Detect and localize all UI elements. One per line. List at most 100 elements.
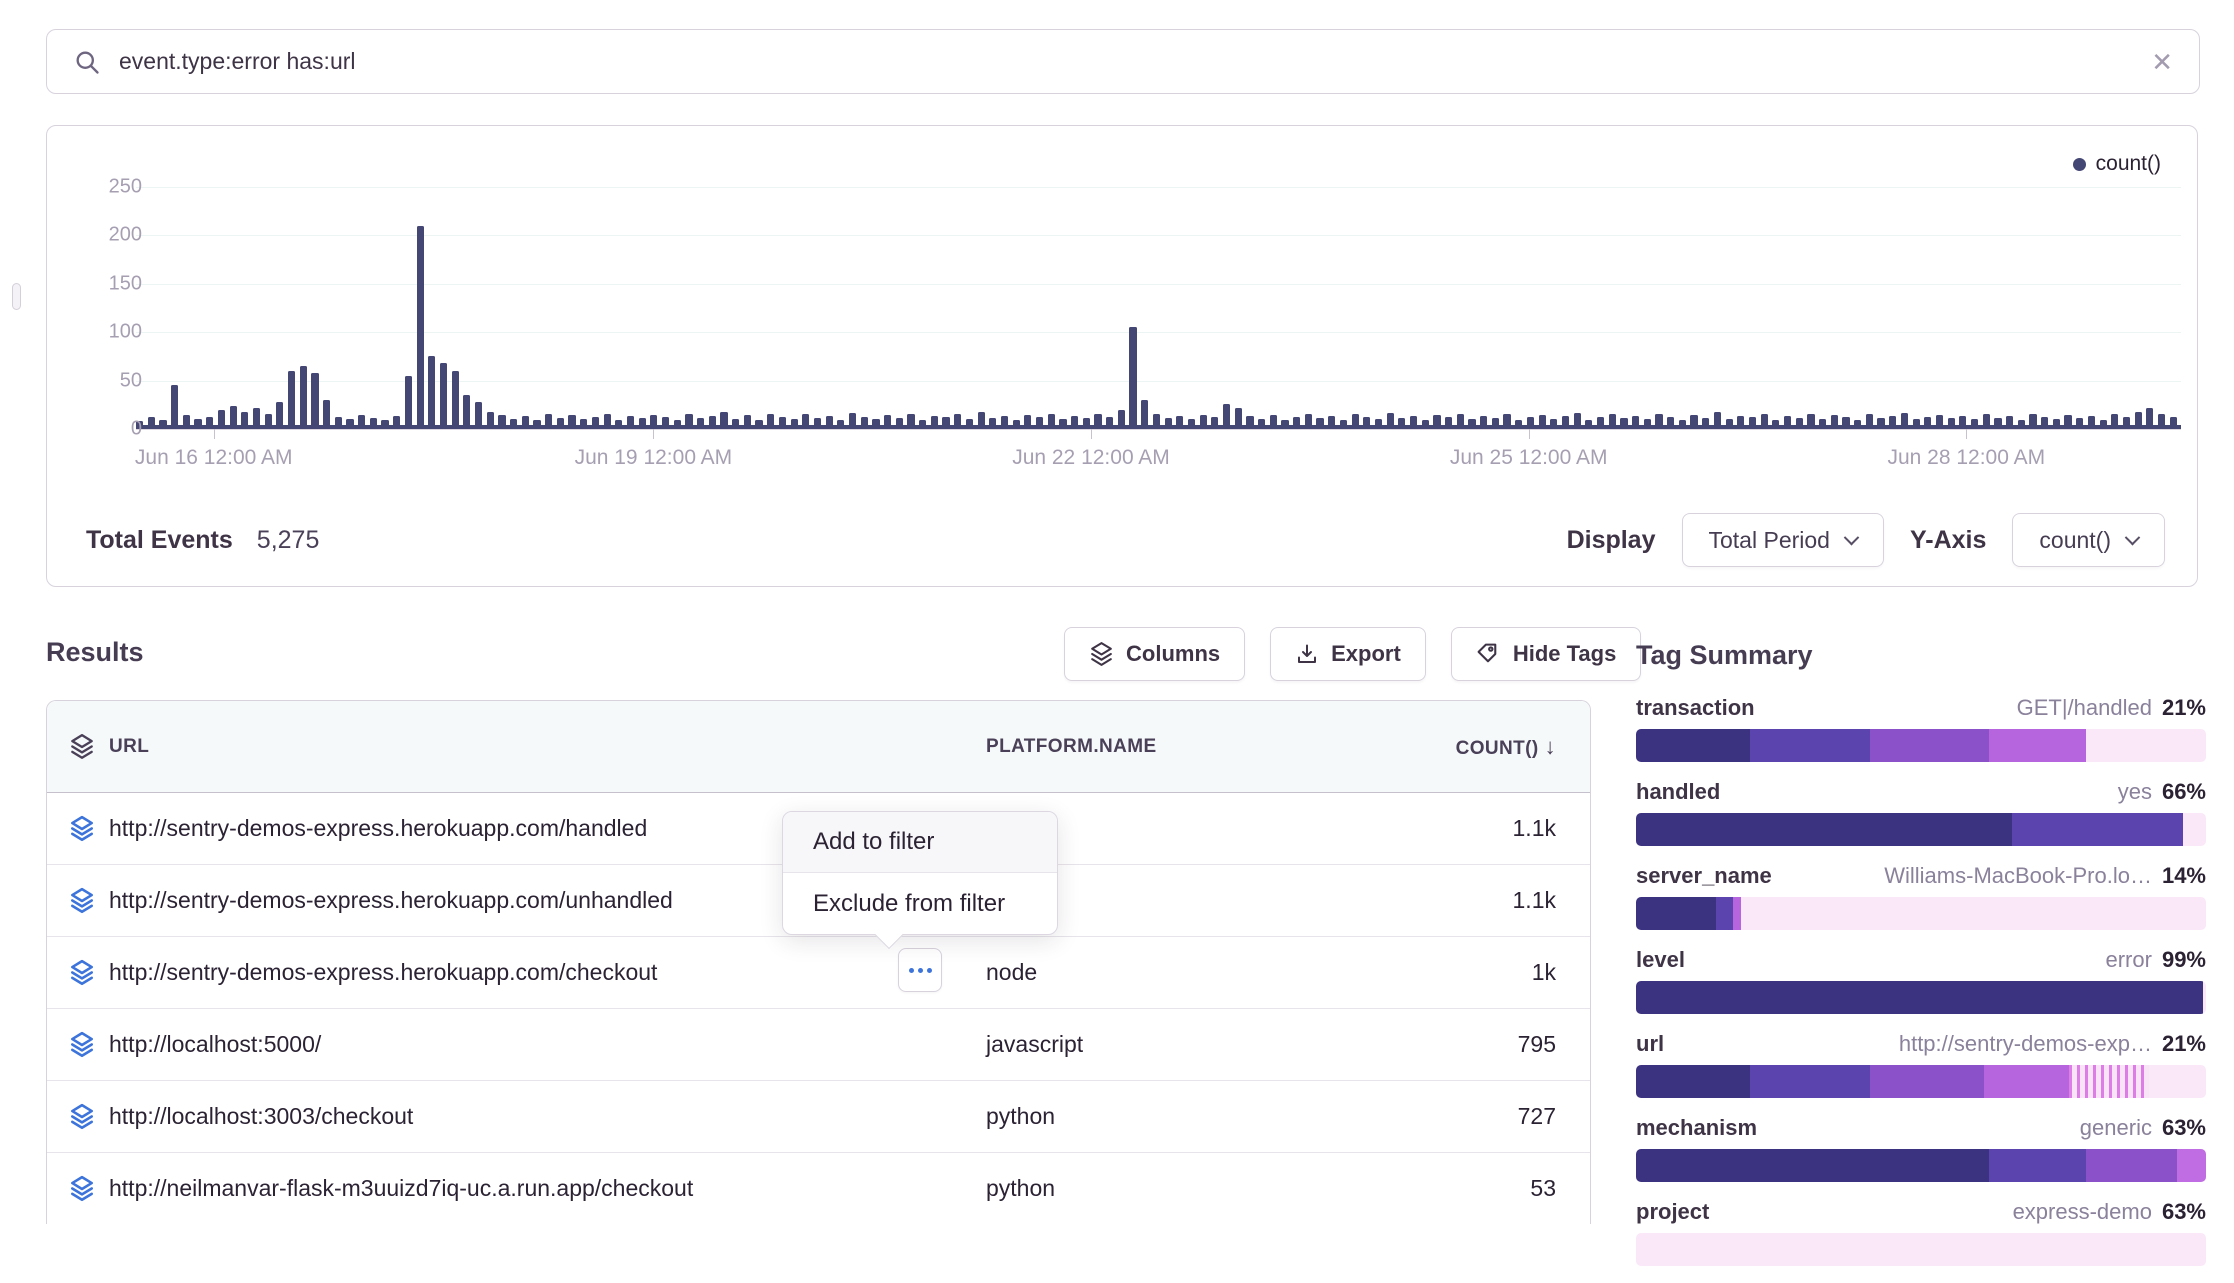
tag-distribution-bar[interactable] xyxy=(1636,897,2206,930)
chart-bar xyxy=(463,395,470,429)
export-button-label: Export xyxy=(1331,641,1401,667)
chevron-down-icon xyxy=(2125,529,2141,545)
table-row[interactable]: http://neilmanvar-flask-m3uuizd7iq-uc.a.… xyxy=(47,1153,1590,1224)
tag-row[interactable]: project express-demo 63% xyxy=(1636,1199,2206,1266)
tag-bar-segment xyxy=(1636,813,2012,846)
search-bar[interactable]: event.type:error has:url ✕ xyxy=(46,29,2200,94)
cell-platform[interactable]: node xyxy=(986,959,1426,986)
stack-icon[interactable] xyxy=(69,733,95,761)
tag-row[interactable]: level error 99% xyxy=(1636,947,2206,1014)
tag-distribution-bar[interactable] xyxy=(1636,1149,2206,1182)
cell-url[interactable]: http://sentry-demos-express.herokuapp.co… xyxy=(109,959,986,986)
cell-count: 53 xyxy=(1426,1175,1556,1202)
column-header-count[interactable]: COUNT()↓ xyxy=(1426,734,1556,760)
chevron-down-icon xyxy=(1844,529,1860,545)
tag-top-value: express-demo xyxy=(2013,1199,2152,1225)
y-tick-label: 50 xyxy=(120,369,142,392)
tag-distribution-bar[interactable] xyxy=(1636,1233,2206,1266)
cell-platform[interactable]: python xyxy=(986,1103,1426,1130)
export-button[interactable]: Export xyxy=(1270,627,1426,681)
hide-tags-button[interactable]: Hide Tags xyxy=(1451,627,1642,681)
clear-search-icon[interactable]: ✕ xyxy=(2151,49,2173,75)
table-row[interactable]: http://localhost:5000/ javascript 795 xyxy=(47,1009,1590,1081)
menu-item-add-to-filter[interactable]: Add to filter xyxy=(783,812,1057,873)
tag-bar-segment xyxy=(1636,897,1716,930)
columns-button[interactable]: Columns xyxy=(1064,627,1245,681)
tag-bar-segment xyxy=(1870,1065,1984,1098)
tag-top-percent: 21% xyxy=(2162,1031,2206,1057)
column-header-url[interactable]: URL xyxy=(109,736,986,758)
column-header-platform[interactable]: PLATFORM.NAME xyxy=(986,736,1426,758)
tag-bar-segment xyxy=(2069,1065,2149,1098)
x-tick-label: Jun 25 12:00 AM xyxy=(1450,446,1608,470)
x-tick-label: Jun 16 12:00 AM xyxy=(135,446,293,470)
x-tick xyxy=(653,429,654,439)
cell-platform[interactable]: python xyxy=(986,1175,1426,1202)
y-axis-select[interactable]: count() xyxy=(2012,513,2165,567)
cell-url[interactable]: http://localhost:5000/ xyxy=(109,1031,986,1058)
cell-platform[interactable]: javascript xyxy=(986,1031,1426,1058)
display-select[interactable]: Total Period xyxy=(1682,513,1884,567)
tag-top-percent: 66% xyxy=(2162,779,2206,805)
tag-bar-segment xyxy=(1716,897,1733,930)
results-toolbar: Columns Export Hide Tags xyxy=(1064,627,1641,681)
table-header: URL PLATFORM.NAME COUNT()↓ xyxy=(47,701,1590,793)
stack-icon-blue xyxy=(69,1031,95,1059)
y-axis-select-value: count() xyxy=(2039,527,2111,554)
events-chart-panel: count() Total Events 5,275 Display Total… xyxy=(46,125,2198,587)
tag-bar-segment xyxy=(1636,981,2203,1014)
sidebar-collapse-handle[interactable] xyxy=(12,283,21,310)
tag-distribution-bar[interactable] xyxy=(1636,981,2206,1014)
tag-summary-panel: Tag Summary transaction GET|/handled 21%… xyxy=(1636,640,2206,1283)
tag-row[interactable]: server_name Williams-MacBook-Pro.lo… 14% xyxy=(1636,863,2206,930)
chart-x-axis-line xyxy=(136,429,2181,430)
tag-bar-segment xyxy=(1989,729,2086,762)
download-icon xyxy=(1295,642,1319,667)
tag-name: url xyxy=(1636,1031,1664,1057)
tag-bar-segment xyxy=(1989,1149,2086,1182)
x-tick xyxy=(214,429,215,439)
tag-row[interactable]: url http://sentry-demos-exp… 21% xyxy=(1636,1031,2206,1098)
chart-bar xyxy=(300,366,307,429)
x-tick xyxy=(1091,429,1092,439)
chart-bar xyxy=(452,371,459,429)
table-row[interactable]: http://localhost:3003/checkout python 72… xyxy=(47,1081,1590,1153)
tag-row[interactable]: handled yes 66% xyxy=(1636,779,2206,846)
display-label: Display xyxy=(1567,526,1656,555)
tag-top-value: yes xyxy=(2118,779,2152,805)
tag-distribution-bar[interactable] xyxy=(1636,729,2206,762)
stack-icon-blue xyxy=(69,959,95,987)
search-icon xyxy=(73,48,101,76)
menu-item-exclude-from-filter[interactable]: Exclude from filter xyxy=(783,873,1057,934)
tag-row[interactable]: transaction GET|/handled 21% xyxy=(1636,695,2206,762)
tag-bar-segment xyxy=(1870,729,1990,762)
tag-bar-segment xyxy=(1750,729,1870,762)
columns-button-label: Columns xyxy=(1126,641,1220,667)
tag-top-value: http://sentry-demos-exp… xyxy=(1899,1031,2152,1057)
x-tick-label: Jun 22 12:00 AM xyxy=(1012,446,1170,470)
table-row[interactable]: http://sentry-demos-express.herokuapp.co… xyxy=(47,937,1590,1009)
tag-row[interactable]: mechanism generic 63% xyxy=(1636,1115,2206,1182)
cell-url[interactable]: http://neilmanvar-flask-m3uuizd7iq-uc.a.… xyxy=(109,1175,986,1202)
tag-top-value: Williams-MacBook-Pro.lo… xyxy=(1884,863,2152,889)
tag-distribution-bar[interactable] xyxy=(1636,1065,2206,1098)
cell-url[interactable]: http://localhost:3003/checkout xyxy=(109,1103,986,1130)
tag-distribution-bar[interactable] xyxy=(1636,813,2206,846)
y-tick-label: 250 xyxy=(109,176,142,199)
chart-bar xyxy=(311,373,318,429)
display-select-value: Total Period xyxy=(1709,527,1830,554)
column-header-count-label: COUNT() xyxy=(1456,738,1539,759)
chart-bar xyxy=(171,385,178,429)
cell-context-menu: Add to filter Exclude from filter xyxy=(782,811,1058,935)
search-query[interactable]: event.type:error has:url xyxy=(119,48,2133,75)
tag-top-percent: 63% xyxy=(2162,1199,2206,1225)
y-axis-label: Y-Axis xyxy=(1910,526,1986,555)
cell-count: 727 xyxy=(1426,1103,1556,1130)
tag-top-percent: 99% xyxy=(2162,947,2206,973)
tag-top-percent: 21% xyxy=(2162,695,2206,721)
stack-icon-blue xyxy=(69,1103,95,1131)
chart-legend[interactable]: count() xyxy=(2073,152,2161,176)
tag-name: project xyxy=(1636,1199,1709,1225)
cell-actions-button[interactable] xyxy=(898,948,942,992)
tag-bar-segment xyxy=(2086,1149,2177,1182)
